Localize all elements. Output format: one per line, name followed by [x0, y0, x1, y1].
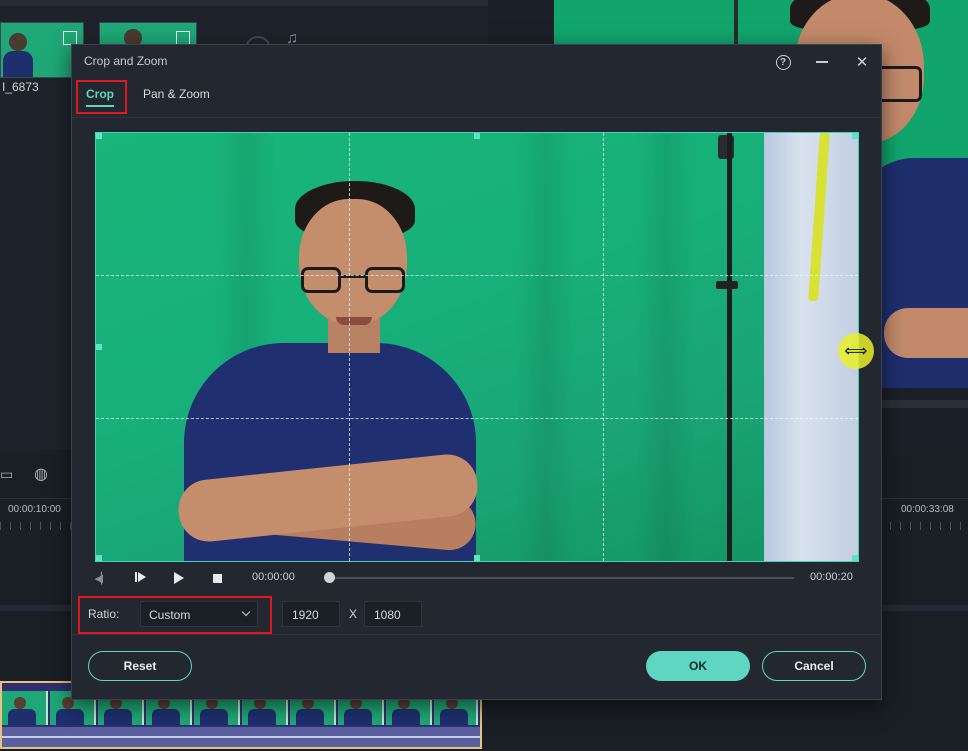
playback-progress-track[interactable] [328, 577, 794, 579]
footer-divider [72, 634, 881, 635]
crop-and-zoom-dialog: Crop and Zoom ? ✕ Crop Pan & Zoom ⟺ ◀▏ 0… [71, 44, 882, 700]
tab-pan-zoom-label: Pan & Zoom [143, 87, 210, 101]
crop-width-input[interactable]: 1920 [282, 601, 340, 627]
crop-handle-top-right[interactable] [852, 133, 858, 139]
close-icon: ✕ [855, 54, 869, 71]
minimize-icon [816, 61, 828, 63]
crop-handle-bottom[interactable] [474, 555, 480, 561]
person-face [299, 199, 407, 325]
play-button[interactable] [169, 568, 189, 588]
light-stand [727, 133, 732, 561]
dialog-title: Crop and Zoom [84, 54, 168, 68]
ok-button[interactable]: OK [646, 651, 750, 681]
minimize-button[interactable] [811, 51, 833, 73]
tab-crop[interactable]: Crop [86, 87, 114, 107]
help-icon: ? [775, 54, 791, 70]
film-icon [176, 31, 190, 45]
palette-icon[interactable]: ◍ [34, 464, 48, 484]
tab-pan-zoom[interactable]: Pan & Zoom [143, 87, 210, 101]
timecode-label: 00:00:33:08 [901, 504, 954, 515]
next-frame-button[interactable] [130, 568, 150, 588]
crop-canvas[interactable] [95, 132, 859, 562]
audio-waveform [2, 727, 480, 747]
stop-button[interactable] [207, 568, 227, 588]
media-toolbar [0, 0, 488, 6]
crop-handle-bottom-right[interactable] [852, 555, 858, 561]
crop-handle-top[interactable] [474, 133, 480, 139]
stop-icon [212, 573, 222, 583]
crop-handle-top-left[interactable] [96, 133, 102, 139]
tab-crop-label: Crop [86, 87, 114, 101]
previous-frame-button[interactable]: ◀▏ [91, 568, 111, 588]
tabs-divider [72, 117, 881, 118]
crop-grid-line [603, 133, 604, 561]
ratio-dropdown[interactable]: Custom [140, 601, 258, 627]
chevron-down-icon [241, 607, 251, 617]
dimension-separator: X [349, 607, 358, 621]
play-icon [174, 572, 184, 584]
help-button[interactable]: ? [772, 51, 794, 73]
next-frame-icon [135, 569, 146, 587]
reset-button[interactable]: Reset [88, 651, 192, 681]
crop-grid-line [96, 275, 858, 276]
film-icon [63, 31, 77, 45]
crop-handle-left[interactable] [96, 344, 102, 350]
timecode-label: 00:00:10:00 [8, 504, 61, 515]
cancel-button[interactable]: Cancel [762, 651, 866, 681]
ratio-label: Ratio: [88, 607, 120, 621]
crop-handle-bottom-left[interactable] [96, 555, 102, 561]
crop-height-input[interactable]: 1080 [364, 601, 422, 627]
crop-grid-line [349, 133, 350, 561]
monitor-icon[interactable]: ▭ [0, 466, 13, 483]
crop-grid-line [96, 418, 858, 419]
media-clip-label: I_6873 [2, 80, 39, 94]
total-time: 00:00:20 [810, 571, 853, 583]
ratio-selected-value: Custom [149, 608, 191, 622]
resize-cursor-icon: ⟺ [838, 333, 874, 369]
previous-frame-icon: ◀▏ [94, 572, 110, 585]
active-tab-underline [86, 105, 114, 107]
playback-scrubber-handle[interactable] [324, 572, 335, 583]
current-time: 00:00:00 [252, 571, 295, 583]
close-button[interactable]: ✕ [851, 51, 873, 73]
